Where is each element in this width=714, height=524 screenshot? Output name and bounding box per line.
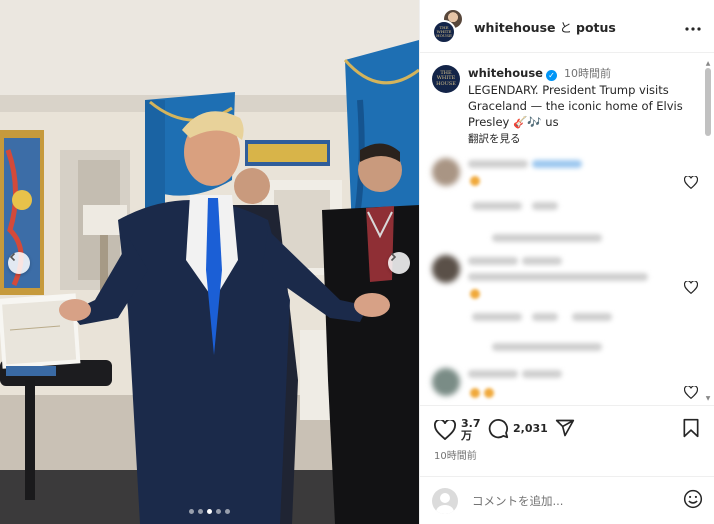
more-horizontal-icon bbox=[685, 26, 701, 31]
comment-like-heart-icon[interactable] bbox=[684, 386, 698, 399]
verified-badge-icon: ✓ bbox=[545, 70, 557, 81]
blurred-emoji bbox=[470, 388, 480, 398]
blurred-text bbox=[472, 202, 522, 210]
comment-like-heart-icon[interactable] bbox=[684, 176, 698, 189]
photo-scene bbox=[0, 0, 419, 524]
post-sidebar: THE WHITE HOUSE whitehouse と potus THE W… bbox=[419, 0, 714, 524]
commenter-avatar[interactable] bbox=[432, 158, 460, 186]
comments-list[interactable] bbox=[420, 150, 700, 405]
blurred-text bbox=[468, 370, 518, 378]
smiley-emoji-icon bbox=[683, 489, 703, 508]
see-translation-link[interactable]: 翻訳を見る bbox=[468, 133, 521, 145]
like-button[interactable]: 3.7万 bbox=[434, 418, 481, 442]
header-joiner: と bbox=[559, 19, 573, 35]
commenter-avatar[interactable] bbox=[432, 255, 460, 283]
blurred-text bbox=[472, 313, 522, 321]
blurred-emoji bbox=[484, 388, 494, 398]
caption-body: LEGENDARY. President Trump visits Gracel… bbox=[468, 83, 683, 129]
header-username-potus[interactable]: potus bbox=[576, 20, 616, 35]
blurred-text bbox=[522, 257, 562, 265]
heart-icon bbox=[434, 420, 456, 440]
blurred-text bbox=[492, 343, 602, 351]
caption-username[interactable]: whitehouse bbox=[468, 66, 543, 80]
send-icon bbox=[555, 419, 575, 437]
comment-count: 2,031 bbox=[513, 421, 548, 435]
caption-time[interactable]: 10時間前 bbox=[564, 67, 611, 80]
comment-input[interactable] bbox=[470, 492, 683, 509]
blurred-text bbox=[532, 160, 582, 168]
post-caption: THE WHITE HOUSE whitehouse ✓ 10時間前 LEGENDA… bbox=[420, 53, 714, 147]
comment-icon bbox=[488, 419, 509, 439]
chevron-left-icon bbox=[9, 252, 16, 262]
bookmark-icon bbox=[683, 418, 699, 438]
post-header: THE WHITE HOUSE whitehouse と potus bbox=[420, 0, 714, 53]
header-username-whitehouse[interactable]: whitehouse bbox=[474, 20, 556, 35]
blurred-text bbox=[468, 160, 528, 168]
post-photo[interactable] bbox=[0, 0, 419, 524]
chevron-right-icon bbox=[390, 252, 397, 262]
save-button[interactable] bbox=[682, 418, 700, 438]
scroll-up-arrow-icon[interactable]: ▲ bbox=[705, 61, 711, 67]
blurred-text bbox=[572, 313, 612, 321]
more-options-button[interactable] bbox=[684, 17, 702, 36]
blurred-text bbox=[532, 313, 558, 321]
scrollbar-thumb[interactable] bbox=[705, 68, 711, 136]
blurred-text bbox=[492, 234, 602, 242]
blurred-text bbox=[522, 370, 562, 378]
scroll-down-arrow-icon[interactable]: ▼ bbox=[705, 396, 711, 402]
blurred-text bbox=[468, 273, 648, 281]
carousel-dot bbox=[216, 509, 221, 514]
commenter-avatar[interactable] bbox=[432, 368, 460, 396]
caption-avatar[interactable]: THE WHITE HOUSE bbox=[432, 65, 460, 93]
blurred-emoji bbox=[470, 289, 480, 299]
carousel-dot bbox=[225, 509, 230, 514]
whitehouse-logo: THE WHITE HOUSE bbox=[436, 25, 452, 38]
comments-scrollbar[interactable]: ▲ ▼ bbox=[705, 61, 711, 402]
instagram-post-viewer: THE WHITE HOUSE whitehouse と potus THE W… bbox=[0, 0, 714, 524]
carousel-prev-button[interactable] bbox=[8, 252, 30, 274]
avatar-whitehouse[interactable]: THE WHITE HOUSE bbox=[432, 20, 456, 44]
carousel-dot bbox=[189, 509, 194, 514]
blurred-text bbox=[532, 202, 558, 210]
carousel-dot-active bbox=[207, 509, 212, 514]
blurred-text bbox=[468, 257, 518, 265]
comment-button[interactable]: 2,031 bbox=[488, 418, 548, 439]
caption-text-block: whitehouse ✓ 10時間前 LEGENDARY. President Tr… bbox=[468, 65, 702, 147]
current-user-avatar bbox=[432, 487, 458, 514]
emoji-picker-button[interactable] bbox=[683, 489, 703, 513]
whitehouse-logo: THE WHITE HOUSE bbox=[436, 70, 456, 87]
header-usernames: whitehouse と potus bbox=[474, 17, 684, 36]
comment-like-heart-icon[interactable] bbox=[684, 281, 698, 294]
collab-avatars[interactable]: THE WHITE HOUSE bbox=[432, 8, 464, 44]
blurred-emoji bbox=[470, 176, 480, 186]
like-count[interactable]: 3.7万 bbox=[461, 418, 481, 442]
post-timestamp[interactable]: 10時間前 bbox=[434, 447, 477, 462]
share-button[interactable] bbox=[555, 418, 575, 438]
carousel-next-button[interactable] bbox=[388, 252, 410, 274]
carousel-indicator bbox=[0, 509, 419, 514]
carousel-dot bbox=[198, 509, 203, 514]
add-comment-bar bbox=[420, 476, 714, 524]
